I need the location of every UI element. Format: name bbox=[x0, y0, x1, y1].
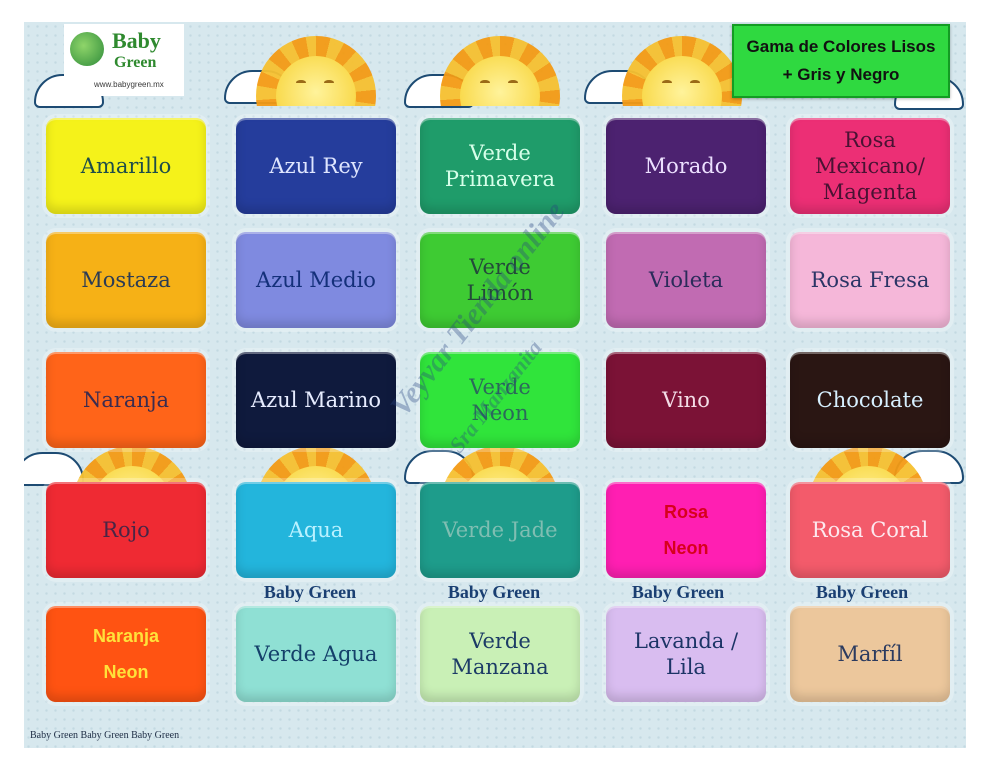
color-swatch: Verde Manzana bbox=[420, 606, 580, 702]
color-swatch: Rosa Coral bbox=[790, 482, 950, 578]
brand-label: Baby Green bbox=[631, 582, 725, 602]
swatch-label: Azul Medio bbox=[256, 267, 376, 292]
color-swatch: Marfíl bbox=[790, 606, 950, 702]
swatch-label: Morado bbox=[644, 153, 728, 178]
chart-title-box: Gama de Colores Lisos + Gris y Negro bbox=[732, 24, 950, 98]
color-swatch: Mostaza bbox=[46, 232, 206, 328]
swatch-label: Azul Rey bbox=[269, 153, 363, 178]
swatch-label: Amarillo bbox=[80, 153, 172, 178]
swatch-label: Rosa bbox=[844, 127, 896, 152]
color-swatch: Amarillo bbox=[46, 118, 206, 214]
brand-logo: Baby Green www.babygreen.mx bbox=[64, 24, 184, 96]
color-swatch: Azul Marino bbox=[236, 352, 396, 448]
color-swatch: Verde Neon bbox=[420, 352, 580, 448]
color-swatch: Lavanda / Lila bbox=[606, 606, 766, 702]
swatch-label: Chocolate bbox=[816, 387, 924, 412]
swatch-label: Verde bbox=[469, 374, 531, 399]
swatch-label: Manzana bbox=[451, 655, 549, 679]
logo-url: www.babygreen.mx bbox=[94, 80, 164, 89]
swatch-label: Violeta bbox=[648, 267, 724, 292]
color-swatch: Verde Limón bbox=[420, 232, 580, 328]
baby-green-logo-icon bbox=[70, 32, 104, 66]
color-swatch: Verde Agua bbox=[236, 606, 396, 702]
swatch-label: Rojo bbox=[102, 517, 150, 542]
swatch-label: Mostaza bbox=[81, 267, 171, 292]
swatch-label: Naranja bbox=[92, 625, 160, 646]
swatch-label: Rosa Coral bbox=[811, 517, 929, 542]
logo-word-baby: Baby bbox=[112, 28, 161, 53]
swatch-label: Rosa bbox=[663, 501, 708, 522]
title-line-2: + Gris y Negro bbox=[782, 65, 900, 84]
swatch-label: Mexicano/ bbox=[814, 153, 925, 178]
swatch-label: Verde bbox=[469, 254, 531, 279]
color-swatch: Rojo bbox=[46, 482, 206, 578]
color-chart-board: Baby Green www.babygreen.mx Gama de Colo… bbox=[24, 22, 966, 748]
color-swatch: Naranja Neon bbox=[46, 606, 206, 702]
sun-icon bbox=[808, 446, 928, 486]
color-swatch: Rosa Mexicano/Magenta bbox=[790, 118, 950, 214]
sun-icon bbox=[256, 446, 376, 486]
swatch-label: Neon bbox=[471, 401, 529, 425]
color-swatch: Chocolate bbox=[790, 352, 950, 448]
color-swatch: Rosa Neon bbox=[606, 482, 766, 578]
swatch-label: Verde Jade bbox=[442, 517, 558, 542]
swatch-label: Primavera bbox=[444, 167, 556, 191]
sun-icon bbox=[622, 36, 742, 106]
brand-label: Baby Green bbox=[263, 582, 357, 602]
swatch-label: Naranja bbox=[82, 387, 169, 412]
swatch-label: Marfíl bbox=[837, 641, 903, 666]
color-swatch: Verde Primavera bbox=[420, 118, 580, 214]
color-swatch: Rosa Fresa bbox=[790, 232, 950, 328]
color-swatch: Aqua bbox=[236, 482, 396, 578]
swatch-label: Rosa Fresa bbox=[810, 267, 930, 292]
swatch-label: Limón bbox=[466, 281, 534, 305]
swatch-label: Verde bbox=[469, 628, 531, 653]
swatch-label: Aqua bbox=[288, 517, 344, 542]
title-line-1: Gama de Colores Lisos bbox=[746, 37, 936, 56]
swatch-label: Neon bbox=[103, 662, 149, 682]
swatch-label: Lila bbox=[666, 655, 706, 679]
footer-text: Baby Green Baby Green Baby Green bbox=[30, 730, 180, 741]
color-swatch: Naranja bbox=[46, 352, 206, 448]
swatch-label: Neon bbox=[663, 538, 709, 558]
swatch-label: Verde bbox=[469, 140, 531, 165]
swatch-label: Verde Agua bbox=[254, 641, 378, 666]
color-swatch: Violeta bbox=[606, 232, 766, 328]
swatch-label: Azul Marino bbox=[250, 387, 382, 412]
sun-icon bbox=[440, 36, 560, 106]
sun-icon bbox=[440, 446, 560, 486]
swatch-label: Magenta bbox=[822, 180, 918, 205]
color-swatch: Vino bbox=[606, 352, 766, 448]
color-swatch: Verde Jade bbox=[420, 482, 580, 578]
brand-label: Baby Green bbox=[815, 582, 909, 602]
color-swatch: Azul Rey bbox=[236, 118, 396, 214]
swatch-label: Vino bbox=[662, 387, 710, 412]
logo-word-green: Green bbox=[114, 54, 157, 71]
swatch-label: Lavanda / bbox=[633, 628, 739, 653]
color-swatch: Morado bbox=[606, 118, 766, 214]
sun-icon bbox=[72, 446, 192, 486]
color-swatch: Azul Medio bbox=[236, 232, 396, 328]
sun-icon bbox=[256, 36, 376, 106]
brand-label: Baby Green bbox=[447, 582, 541, 602]
